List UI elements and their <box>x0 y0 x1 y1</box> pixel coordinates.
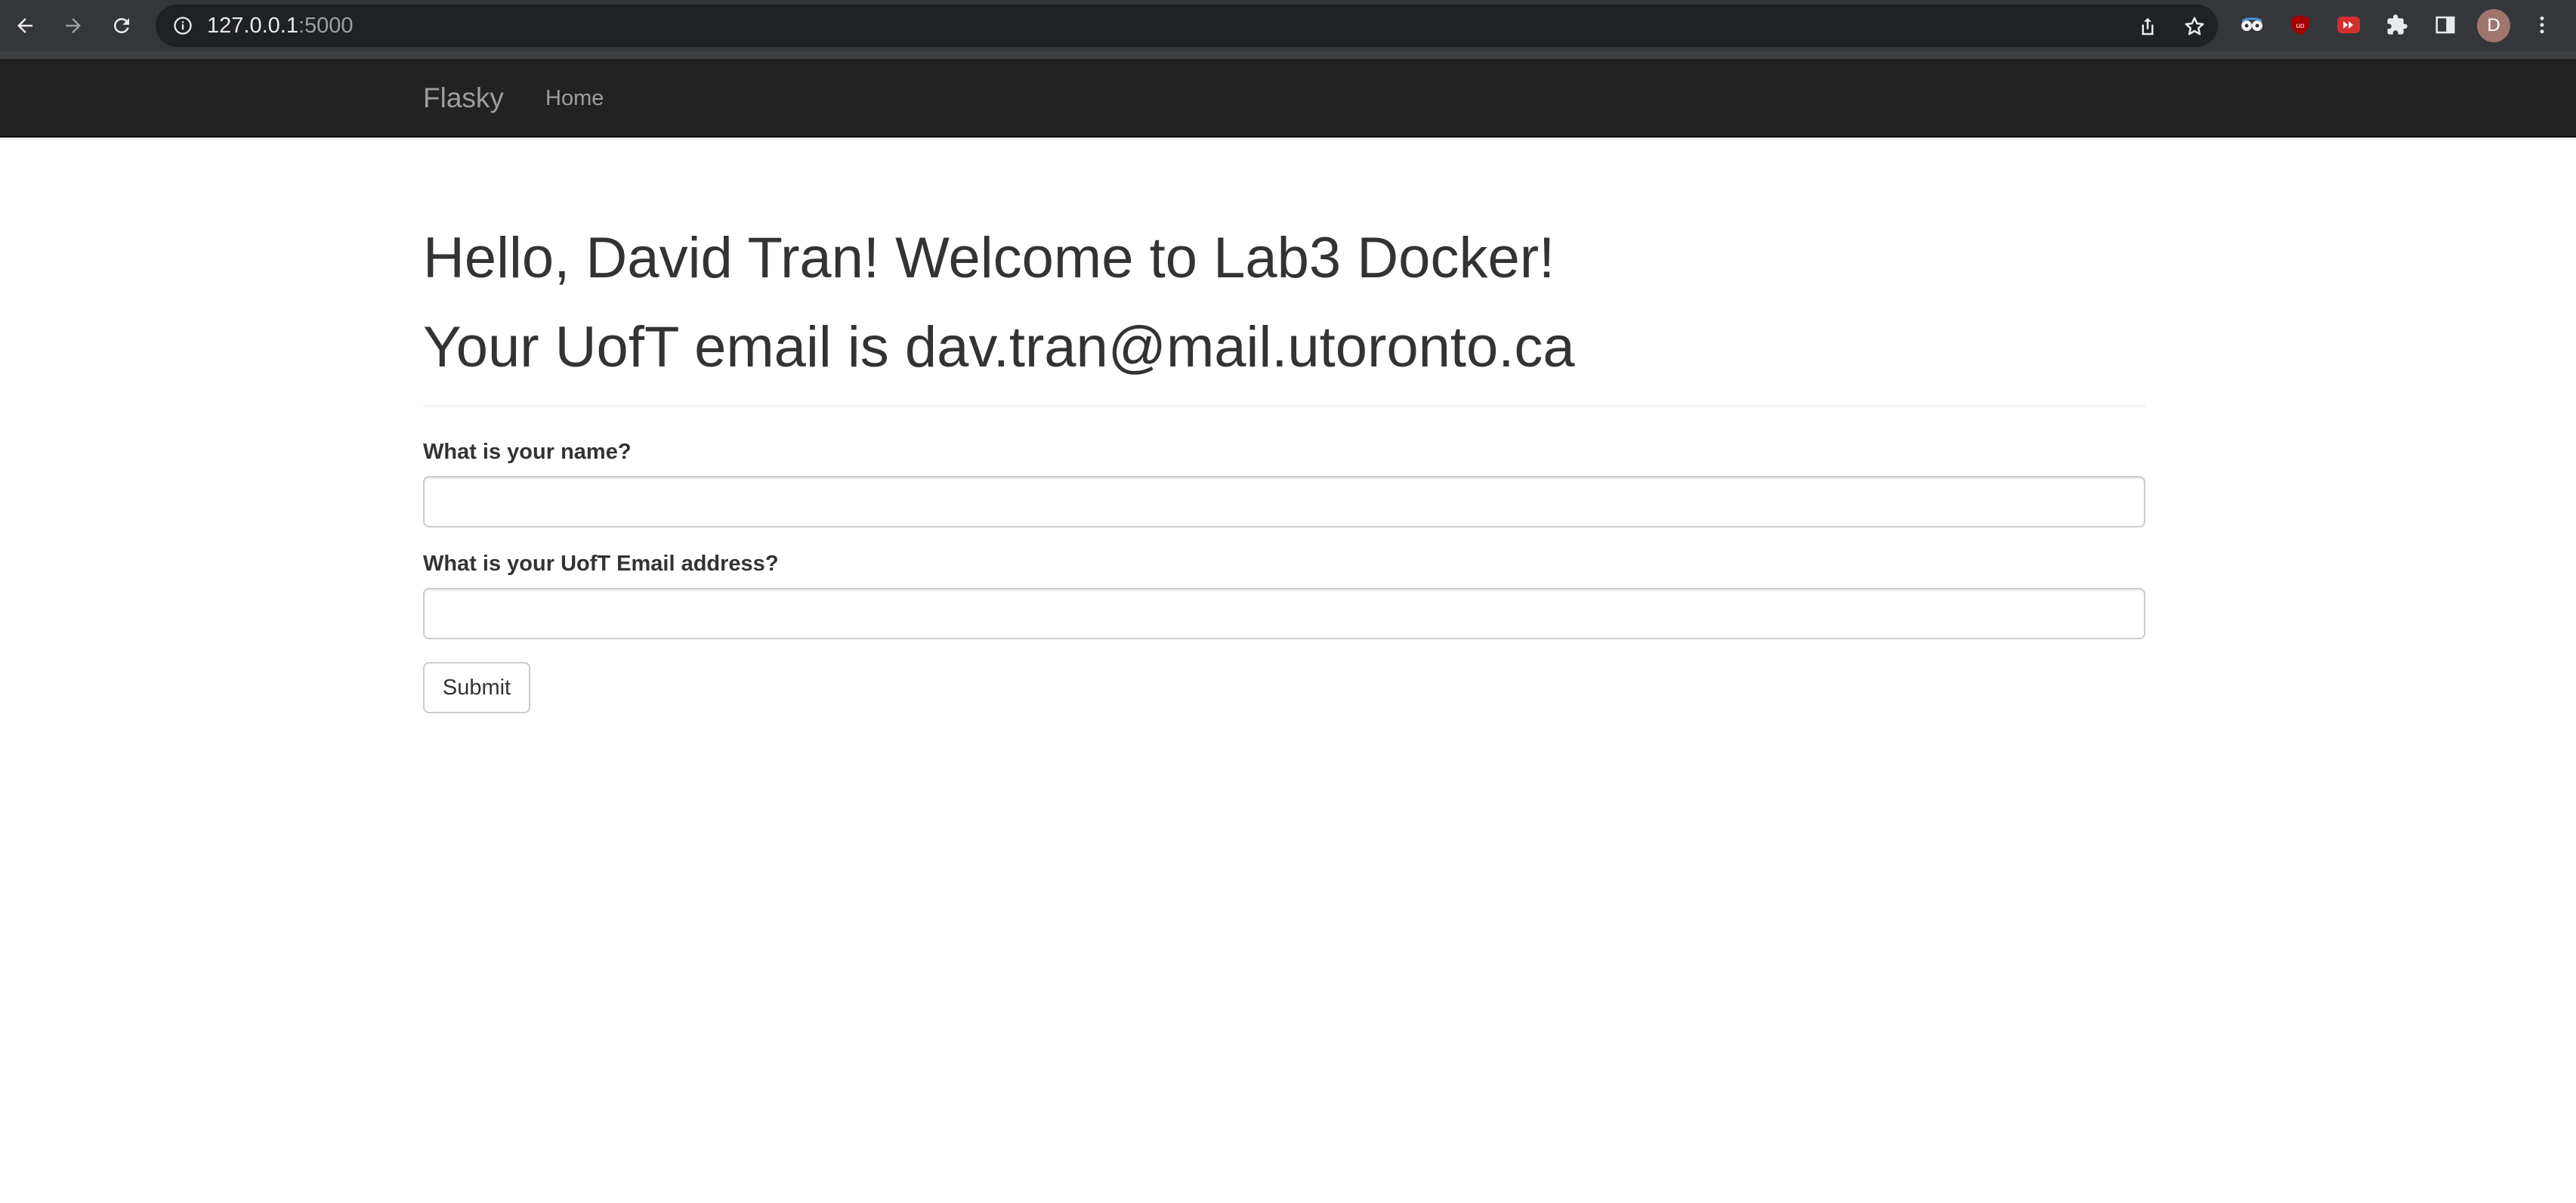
info-icon[interactable] <box>172 15 193 36</box>
submit-button[interactable]: Submit <box>423 662 530 713</box>
reload-icon <box>113 17 129 33</box>
url-text: 127.0.0.1:5000 <box>207 5 354 47</box>
arrow-right-icon <box>66 18 81 33</box>
arrow-left-icon <box>17 18 32 33</box>
forward-button[interactable] <box>57 10 89 42</box>
toolbar-divider <box>0 51 2576 59</box>
greeting-heading: Hello, David Tran! Welcome to Lab3 Docke… <box>423 226 1555 290</box>
address-bar[interactable]: 127.0.0.1:5000 <box>156 5 2218 47</box>
glasses-extension-icon[interactable] <box>2239 12 2265 38</box>
puzzle-icon[interactable] <box>2384 12 2410 38</box>
avatar[interactable]: D <box>2477 9 2510 42</box>
reload-button[interactable] <box>106 10 137 42</box>
ublock-extension-icon[interactable]: uo <box>2287 12 2313 38</box>
site-navbar: Flasky Home <box>0 59 2576 138</box>
kebab-menu-icon[interactable] <box>2529 12 2555 38</box>
name-input[interactable] <box>423 476 2145 527</box>
video-speed-extension-icon[interactable] <box>2336 12 2361 38</box>
navbar-brand[interactable]: Flasky <box>423 59 504 138</box>
url-host: 127.0.0.1 <box>207 14 298 38</box>
share-icon[interactable] <box>2136 15 2159 38</box>
email-label: What is your UofT Email address? <box>423 552 779 576</box>
side-panel-icon[interactable] <box>2432 12 2458 38</box>
back-button[interactable] <box>9 10 41 42</box>
browser-toolbar: 127.0.0.1:5000 uo D <box>0 0 2576 51</box>
svg-text:uo: uo <box>2296 22 2305 30</box>
email-input[interactable] <box>423 588 2145 639</box>
star-icon[interactable] <box>2183 15 2206 38</box>
name-label: What is your name? <box>423 440 632 464</box>
url-port: :5000 <box>298 14 354 38</box>
page-header-divider <box>423 405 2145 407</box>
email-heading: Your UofT email is dav.tran@mail.utoront… <box>423 315 1575 379</box>
nav-link-home[interactable]: Home <box>545 59 604 138</box>
